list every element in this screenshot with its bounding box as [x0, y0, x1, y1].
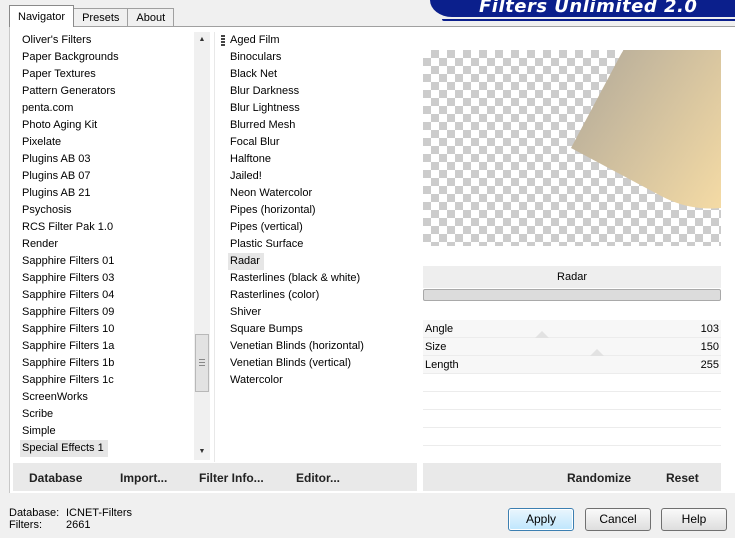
filter-list-item[interactable]: Binoculars [228, 49, 418, 66]
slider-indicator-icon [590, 349, 604, 356]
filter-list-item[interactable]: Pipes (vertical) [228, 219, 418, 236]
parameter-panel: Angle 103 Size 150 Length 255 [423, 320, 721, 464]
editor-button[interactable]: Editor... [296, 463, 340, 491]
filter-list-item[interactable]: Blur Lightness [228, 100, 418, 117]
import-button[interactable]: Import... [120, 463, 167, 491]
category-list-item[interactable]: Paper Backgrounds [20, 49, 192, 66]
param-empty-row [423, 410, 721, 428]
tab-about[interactable]: About [127, 8, 175, 27]
filter-list-item[interactable]: Plastic Surface [228, 236, 418, 253]
list-marker-icon [221, 35, 225, 47]
category-list-item[interactable]: Special Effects 2 [20, 457, 192, 460]
category-list-item[interactable]: ScreenWorks [20, 389, 192, 406]
filter-list-item[interactable]: Aged Film [228, 32, 418, 49]
database-value: ICNET-Filters [66, 507, 132, 519]
filter-list-item[interactable]: Radar [228, 253, 264, 270]
tab-bar: Navigator Presets About [9, 5, 175, 27]
category-list-item[interactable]: Sapphire Filters 03 [20, 270, 192, 287]
database-label: Database: [9, 507, 60, 519]
category-list-item[interactable]: Sapphire Filters 10 [20, 321, 192, 338]
cancel-button[interactable]: Cancel [585, 508, 651, 531]
category-list[interactable]: Oliver's Filters Paper Backgrounds Paper T… [20, 32, 192, 460]
filter-list[interactable]: Aged Film Binoculars Black Net Blur Darknes… [228, 32, 418, 389]
reset-button[interactable]: Reset [666, 463, 699, 491]
filter-list-item[interactable]: Halftone [228, 151, 418, 168]
category-list-item[interactable]: Oliver's Filters [20, 32, 192, 49]
param-label: Size [425, 341, 447, 353]
category-list-item[interactable]: Psychosis [20, 202, 192, 219]
filters-count: 2661 [66, 519, 91, 531]
category-list-item[interactable]: Sapphire Filters 01 [20, 253, 192, 270]
category-list-item[interactable]: penta.com [20, 100, 192, 117]
selected-filter-name: Radar [423, 266, 721, 288]
slider-indicator-icon [535, 331, 549, 338]
category-scrollbar[interactable]: ▲ ▼ [194, 32, 210, 460]
category-list-item[interactable]: Sapphire Filters 09 [20, 304, 192, 321]
category-list-item[interactable]: Paper Textures [20, 66, 192, 83]
tab-presets[interactable]: Presets [73, 8, 129, 27]
category-list-item[interactable]: Sapphire Filters 1b [20, 355, 192, 372]
category-list-item[interactable]: Render [20, 236, 192, 253]
banner-underline [442, 19, 735, 21]
category-list-item[interactable]: Plugins AB 21 [20, 185, 192, 202]
filter-list-item[interactable]: Black Net [228, 66, 418, 83]
param-empty-row [423, 392, 721, 410]
category-list-item[interactable]: Pixelate [20, 134, 192, 151]
filter-list-item[interactable]: Jailed! [228, 168, 418, 185]
randomize-button[interactable]: Randomize [567, 463, 631, 491]
progress-bar [423, 289, 721, 301]
apply-button[interactable]: Apply [508, 508, 574, 531]
param-value: 103 [700, 323, 719, 335]
list-divider [214, 32, 215, 462]
filter-list-item[interactable]: Square Bumps [228, 321, 418, 338]
param-value: 150 [700, 341, 719, 353]
category-list-item[interactable]: RCS Filter Pak 1.0 [20, 219, 192, 236]
param-label: Angle [425, 323, 454, 335]
scroll-down-arrow-icon[interactable]: ▼ [194, 444, 210, 460]
database-button[interactable]: Database [29, 463, 82, 491]
category-list-item[interactable]: Sapphire Filters 04 [20, 287, 192, 304]
filter-list-item[interactable]: Shiver [228, 304, 418, 321]
left-action-bar: Database Import... Filter Info... Editor… [13, 463, 417, 491]
filter-list-item[interactable]: Watercolor [228, 372, 418, 389]
tab-navigator[interactable]: Navigator [9, 5, 75, 27]
scroll-up-arrow-icon[interactable]: ▲ [194, 32, 210, 48]
category-list-item[interactable]: Photo Aging Kit [20, 117, 192, 134]
param-empty-row [423, 374, 721, 392]
category-list-item[interactable]: Simple [20, 423, 192, 440]
category-list-item[interactable]: Scribe [20, 406, 192, 423]
filter-list-item[interactable]: Venetian Blinds (vertical) [228, 355, 418, 372]
status-info: Database: ICNET-Filters Filters: 2661 [9, 507, 132, 531]
param-label: Length [425, 359, 459, 371]
banner-title: Filters Unlimited 2.0 [479, 0, 698, 17]
param-angle[interactable]: Angle 103 [423, 320, 721, 338]
filter-list-item[interactable]: Venetian Blinds (horizontal) [228, 338, 418, 355]
category-list-item[interactable]: Sapphire Filters 1a [20, 338, 192, 355]
preview-image [423, 50, 721, 246]
category-list-item[interactable]: Plugins AB 07 [20, 168, 192, 185]
filter-list-item[interactable]: Blurred Mesh [228, 117, 418, 134]
category-list-item[interactable]: Special Effects 1 [20, 440, 108, 457]
filters-label: Filters: [9, 519, 42, 531]
param-length[interactable]: Length 255 [423, 356, 721, 374]
param-value: 255 [700, 359, 719, 371]
filter-list-item[interactable]: Neon Watercolor [228, 185, 418, 202]
param-empty-row [423, 428, 721, 446]
filter-list-item[interactable]: Rasterlines (color) [228, 287, 418, 304]
filter-list-item[interactable]: Pipes (horizontal) [228, 202, 418, 219]
param-size[interactable]: Size 150 [423, 338, 721, 356]
category-list-item[interactable]: Sapphire Filters 1c [20, 372, 192, 389]
filter-list-item[interactable]: Focal Blur [228, 134, 418, 151]
filter-info-button[interactable]: Filter Info... [199, 463, 264, 491]
right-action-bar: Randomize Reset [423, 463, 721, 491]
category-list-item[interactable]: Plugins AB 03 [20, 151, 192, 168]
filter-list-item[interactable]: Rasterlines (black & white) [228, 270, 418, 287]
param-empty-row [423, 446, 721, 464]
radar-preview-graphic [571, 50, 721, 209]
help-button[interactable]: Help [661, 508, 727, 531]
scroll-thumb[interactable] [195, 334, 209, 392]
category-list-item[interactable]: Pattern Generators [20, 83, 192, 100]
filter-list-item[interactable]: Blur Darkness [228, 83, 418, 100]
